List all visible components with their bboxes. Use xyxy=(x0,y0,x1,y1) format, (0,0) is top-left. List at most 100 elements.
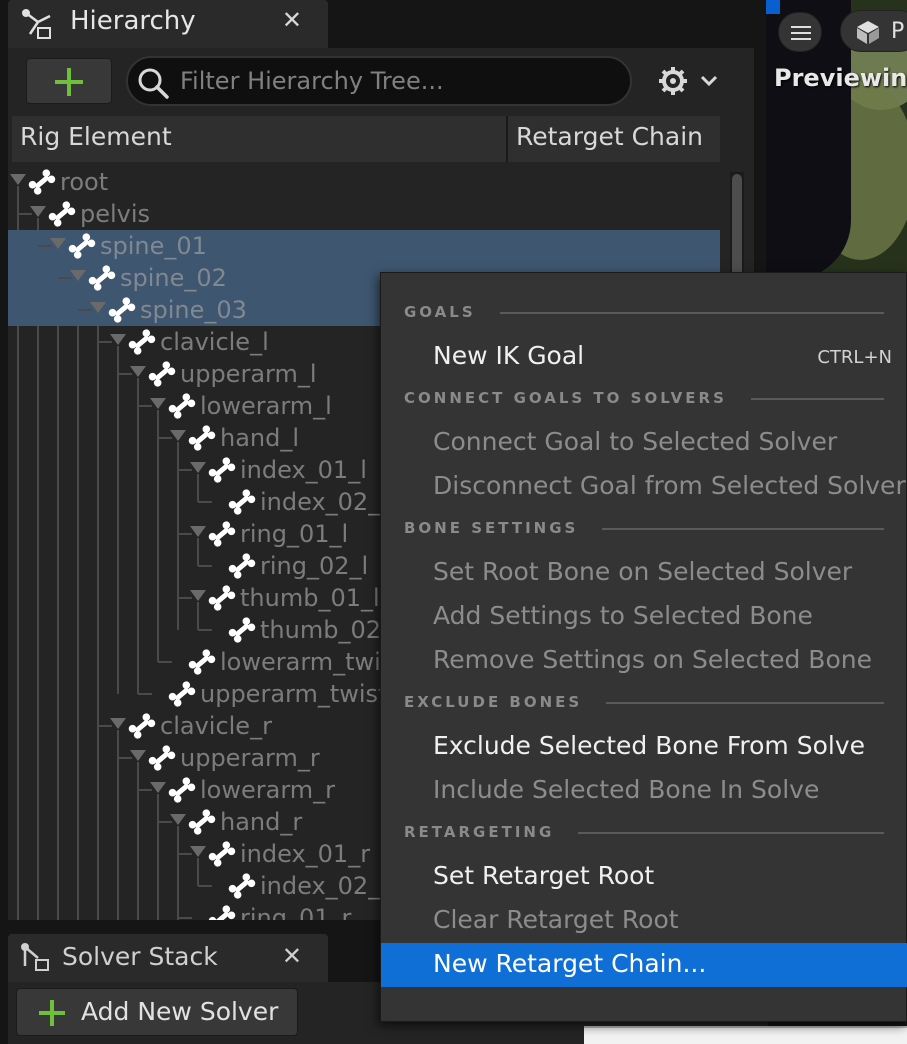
expand-arrow-icon[interactable] xyxy=(190,590,206,601)
hierarchy-tab-strip: Hierarchy ✕ xyxy=(0,0,762,48)
tree-row-label: thumb_01_l xyxy=(240,584,380,612)
expand-arrow-icon[interactable] xyxy=(190,846,206,857)
bone-icon xyxy=(226,551,258,581)
tree-row-label: ring_02_l xyxy=(260,552,369,580)
menu-section-heading: CONNECT GOALS TO SOLVERS xyxy=(404,389,727,407)
perspective-label: P xyxy=(891,19,905,44)
preview-viewport[interactable]: P Previewing xyxy=(766,0,907,272)
scrollbar-thumb[interactable] xyxy=(732,174,742,284)
tree-row-label: spine_02 xyxy=(120,264,227,292)
menu-item[interactable]: Set Root Bone on Selected Solver xyxy=(381,551,907,595)
menu-item[interactable]: Add Settings to Selected Bone xyxy=(381,595,907,639)
expand-arrow-icon[interactable] xyxy=(70,270,86,281)
menu-section-divider xyxy=(500,312,884,314)
expand-arrow-icon[interactable] xyxy=(150,398,166,409)
expand-arrow-icon[interactable] xyxy=(10,174,26,185)
tree-row-label: ring_01_r xyxy=(240,904,352,920)
tree-row-label: hand_l xyxy=(220,424,300,452)
expand-arrow-icon[interactable] xyxy=(170,430,186,441)
menu-item-label: Exclude Selected Bone From Solve xyxy=(433,731,865,760)
bone-icon xyxy=(186,647,218,677)
menu-item[interactable]: New IK Goal CTRL+N xyxy=(381,335,907,379)
expand-arrow-icon[interactable] xyxy=(190,526,206,537)
tree-row-label: index_02_r xyxy=(260,872,391,900)
expand-arrow-icon[interactable] xyxy=(30,206,46,217)
menu-section-heading: GOALS xyxy=(404,303,476,321)
menu-item-label: Add Settings to Selected Bone xyxy=(433,601,813,630)
menu-section-heading: BONE SETTINGS xyxy=(404,519,579,537)
bone-icon xyxy=(226,871,258,901)
menu-item[interactable]: New Retarget Chain... xyxy=(381,943,907,987)
menu-item-label: Clear Retarget Root xyxy=(433,905,679,934)
tree-row-label: upperarm_r xyxy=(180,744,320,772)
expand-arrow-icon[interactable] xyxy=(110,334,126,345)
tree-row-label: lowerarm_r xyxy=(200,776,336,804)
tree-row-label: spine_03 xyxy=(140,296,247,324)
expand-arrow-icon[interactable] xyxy=(130,750,146,761)
expand-arrow-icon[interactable] xyxy=(130,366,146,377)
search-icon xyxy=(138,68,169,99)
menu-item[interactable]: Disconnect Goal from Selected Solver xyxy=(381,465,907,509)
tree-row[interactable]: pelvis xyxy=(8,198,720,230)
solver-stack-tab[interactable]: Solver Stack ✕ xyxy=(8,934,328,982)
bone-icon xyxy=(46,199,78,229)
menu-section-divider xyxy=(578,832,884,834)
bone-icon xyxy=(126,327,158,357)
add-new-solver-button[interactable]: Add New Solver xyxy=(16,988,298,1036)
expand-arrow-icon[interactable] xyxy=(170,814,186,825)
expand-arrow-icon[interactable] xyxy=(90,302,106,313)
tree-row-label: ring_01_l xyxy=(240,520,349,548)
tree-row-label: index_02_l xyxy=(260,488,387,516)
hierarchy-tab[interactable]: Hierarchy ✕ xyxy=(8,0,328,48)
solver-stack-title: Solver Stack xyxy=(62,942,218,971)
tree-row[interactable]: spine_01 xyxy=(8,230,720,262)
expand-arrow-icon[interactable] xyxy=(190,462,206,473)
bone-icon xyxy=(106,295,138,325)
gear-icon[interactable] xyxy=(656,62,720,100)
tree-row-label: clavicle_l xyxy=(160,328,269,356)
tree-row-label: hand_r xyxy=(220,808,303,836)
menu-item[interactable]: Set Retarget Root xyxy=(381,855,907,899)
tree-row-label: thumb_02_l xyxy=(260,616,400,644)
bone-icon xyxy=(26,167,58,197)
add-element-button[interactable] xyxy=(26,58,112,104)
menu-section-divider xyxy=(606,702,884,704)
menu-item-label: Set Root Bone on Selected Solver xyxy=(433,557,853,586)
bone-icon xyxy=(126,711,158,741)
menu-item-label: Set Retarget Root xyxy=(433,861,655,890)
perspective-button[interactable]: P xyxy=(840,10,907,52)
column-header-rig-element[interactable]: Rig Element xyxy=(20,122,172,151)
expand-arrow-icon[interactable] xyxy=(110,718,126,729)
search-input[interactable] xyxy=(180,58,620,104)
tree-row-label: clavicle_r xyxy=(160,712,272,740)
viewport-menu-button[interactable] xyxy=(778,12,822,52)
menu-item-label: New Retarget Chain... xyxy=(433,949,707,978)
bone-icon xyxy=(166,775,198,805)
cube-icon xyxy=(857,21,879,44)
column-header-retarget-chain[interactable]: Retarget Chain xyxy=(516,122,703,151)
menu-item[interactable]: Remove Settings on Selected Bone xyxy=(381,639,907,683)
bone-icon xyxy=(206,583,238,613)
menu-item[interactable]: Connect Goal to Selected Solver xyxy=(381,421,907,465)
search-box[interactable] xyxy=(126,56,632,106)
expand-arrow-icon[interactable] xyxy=(50,238,66,249)
tree-row-label: index_01_l xyxy=(240,456,367,484)
menu-item-label: New IK Goal xyxy=(433,341,585,370)
menu-item[interactable]: Exclude Selected Bone From Solve xyxy=(381,725,907,769)
menu-item[interactable]: Include Selected Bone In Solve xyxy=(381,769,907,813)
close-icon[interactable]: ✕ xyxy=(282,942,302,970)
menu-item-label: Connect Goal to Selected Solver xyxy=(433,427,838,456)
bone-icon xyxy=(166,391,198,421)
bone-icon xyxy=(86,263,118,293)
solver-stack-icon xyxy=(21,943,49,971)
tree-row-label: upperarm_l xyxy=(180,360,317,388)
bone-icon xyxy=(206,455,238,485)
menu-item[interactable]: Clear Retarget Root xyxy=(381,899,907,943)
tree-row[interactable]: root xyxy=(8,166,720,198)
menu-item-shortcut: CTRL+N xyxy=(817,347,892,368)
menu-section-heading: RETARGETING xyxy=(404,823,555,841)
close-icon[interactable]: ✕ xyxy=(282,6,302,34)
expand-arrow-icon[interactable] xyxy=(150,782,166,793)
bone-icon xyxy=(206,519,238,549)
tree-row-label: spine_01 xyxy=(100,232,207,260)
